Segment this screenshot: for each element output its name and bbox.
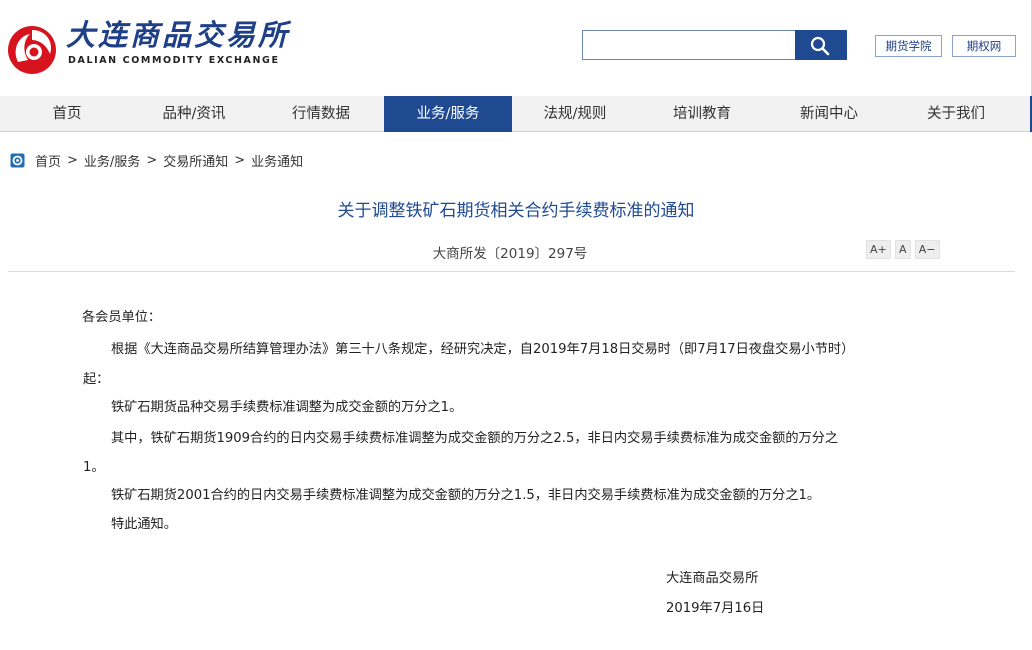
paragraph-line: 铁矿石期货品种交易手续费标准调整为成交金额的万分之1。 [111, 400, 463, 415]
article-title: 关于调整铁矿石期货相关合约手续费标准的通知 [337, 201, 695, 221]
paragraph-line: 特此通知。 [111, 517, 177, 532]
breadcrumb-separator: > [146, 152, 158, 168]
font-default-button[interactable]: A [894, 240, 911, 259]
search-icon [810, 36, 830, 56]
signature-date: 2019年7月16日 [666, 601, 765, 616]
dce-logo-icon[interactable] [4, 20, 64, 76]
search-input[interactable] [582, 30, 795, 60]
brand-name-cn: 大连商品交易所 [66, 18, 291, 52]
home-location-icon [10, 153, 25, 167]
breadcrumb-business-services[interactable]: 业务/服务 [84, 151, 140, 170]
nav-item-news-center[interactable]: 新闻中心 [765, 96, 893, 132]
paragraph-line: 1。 [83, 460, 105, 475]
nav-item-training[interactable]: 培训教育 [638, 96, 766, 132]
main-nav: 首页 品种/资讯 行情数据 业务/服务 法规/规则 培训教育 新闻中心 关于我们 [0, 96, 1032, 132]
futures-academy-link[interactable]: 期货学院 [875, 35, 942, 57]
brand-name-en: DALIAN COMMODITY EXCHANGE [68, 55, 280, 66]
breadcrumb-home[interactable]: 首页 [35, 151, 61, 170]
paragraph-line: 铁矿石期货2001合约的日内交易手续费标准调整为成交金额的万分之1.5，非日内交… [111, 488, 821, 503]
breadcrumb-separator: > [234, 152, 246, 168]
title-divider [8, 271, 1015, 272]
signature-organization: 大连商品交易所 [666, 571, 759, 586]
nav-item-home[interactable]: 首页 [3, 96, 131, 132]
font-decrease-button[interactable]: A− [914, 240, 940, 259]
paragraph-line: 其中，铁矿石期货1909合约的日内交易手续费标准调整为成交金额的万分之2.5，非… [111, 431, 839, 446]
paragraph-line: 起： [83, 372, 110, 387]
breadcrumb-exchange-notices[interactable]: 交易所通知 [163, 151, 228, 170]
site-header: 大连商品交易所 DALIAN COMMODITY EXCHANGE 期货学院 期… [0, 0, 1032, 96]
breadcrumb-business-notices[interactable]: 业务通知 [251, 151, 303, 170]
breadcrumb-separator: > [67, 152, 78, 168]
font-size-controls: A+ A A− [866, 240, 940, 259]
nav-item-products-news[interactable]: 品种/资讯 [130, 96, 258, 132]
nav-item-business-services[interactable]: 业务/服务 [384, 96, 512, 132]
font-increase-button[interactable]: A+ [866, 240, 891, 259]
search-button[interactable] [795, 30, 847, 60]
paragraph-line: 根据《大连商品交易所结算管理办法》第三十八条规定，经研究决定，自2019年7月1… [111, 342, 855, 357]
nav-item-market-data[interactable]: 行情数据 [257, 96, 385, 132]
nav-item-regulations[interactable]: 法规/规则 [511, 96, 639, 132]
breadcrumb: 首页 > 业务/服务 > 交易所通知 > 业务通知 [10, 151, 303, 170]
nav-item-about-us[interactable]: 关于我们 [892, 96, 1020, 132]
salutation: 各会员单位： [82, 310, 162, 325]
options-site-link[interactable]: 期权网 [952, 35, 1016, 57]
